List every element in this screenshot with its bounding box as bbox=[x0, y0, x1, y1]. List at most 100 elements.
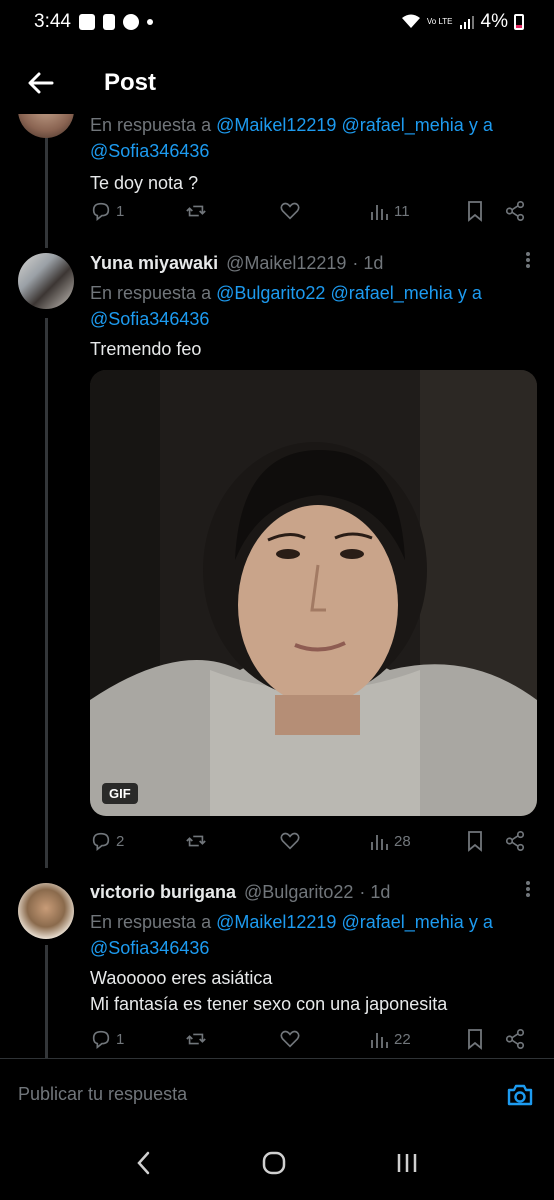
reply-prefix: En respuesta a bbox=[90, 283, 212, 303]
like-button[interactable] bbox=[279, 830, 301, 852]
views-count: 22 bbox=[394, 1030, 411, 1048]
reply-button[interactable]: 1 bbox=[90, 200, 124, 222]
wifi-icon bbox=[401, 14, 420, 28]
nav-recents-button[interactable] bbox=[394, 1150, 420, 1181]
mention-conjunction: y a bbox=[468, 115, 493, 135]
repost-button[interactable] bbox=[185, 830, 207, 852]
like-icon bbox=[280, 1030, 300, 1048]
share-icon bbox=[505, 1029, 525, 1049]
reply-prefix: En respuesta a bbox=[90, 115, 212, 135]
tweet-time: · 1d bbox=[359, 881, 391, 902]
thread-line bbox=[45, 945, 48, 1058]
mention-link[interactable]: @Maikel12219 bbox=[216, 115, 336, 135]
tweet-header: Yuna miyawaki @Maikel12219 · 1d bbox=[90, 250, 536, 276]
back-button[interactable] bbox=[0, 52, 70, 114]
bookmark-button[interactable] bbox=[465, 1028, 485, 1050]
battery-percent: 4% bbox=[480, 11, 508, 32]
views-button[interactable]: 22 bbox=[370, 1028, 411, 1050]
gif-media[interactable]: GIF bbox=[90, 370, 537, 816]
reply-bar bbox=[0, 1058, 554, 1130]
mention-link[interactable]: @Sofia346436 bbox=[90, 309, 209, 329]
reply-to: En respuesta a @Maikel12219 @rafael_mehi… bbox=[90, 112, 536, 164]
reply-count: 1 bbox=[116, 1030, 125, 1048]
more-icon bbox=[526, 252, 530, 268]
like-button[interactable] bbox=[279, 200, 301, 222]
reply-input[interactable] bbox=[18, 1084, 504, 1105]
tweet-text: Waooooo eres asiática Mi fantasía es ten… bbox=[90, 965, 536, 1017]
more-button[interactable] bbox=[520, 879, 536, 904]
user-handle[interactable]: @Maikel12219 bbox=[226, 253, 346, 274]
tweet-text-line: Waooooo eres asiática bbox=[90, 968, 273, 988]
views-button[interactable]: 28 bbox=[370, 830, 411, 852]
nav-back-icon bbox=[136, 1151, 149, 1174]
bookmark-icon bbox=[468, 1029, 482, 1050]
tweet-actions: 2 28 bbox=[90, 828, 536, 856]
repost-icon bbox=[186, 835, 206, 847]
mention-link[interactable]: @Sofia346436 bbox=[90, 938, 209, 958]
mention-link[interactable]: @Bulgarito22 bbox=[216, 283, 325, 303]
bookmark-button[interactable] bbox=[465, 200, 485, 222]
reply-to: En respuesta a @Bulgarito22 @rafael_mehi… bbox=[90, 280, 536, 332]
repost-icon bbox=[186, 1033, 206, 1045]
gallery-notification-icon bbox=[78, 14, 95, 30]
nav-recents-icon bbox=[398, 1153, 417, 1172]
repost-button[interactable] bbox=[185, 1028, 207, 1050]
thread-line bbox=[45, 318, 48, 868]
like-button[interactable] bbox=[279, 1028, 301, 1050]
like-icon bbox=[280, 832, 300, 850]
views-button[interactable]: 11 bbox=[370, 200, 410, 222]
nav-home-button[interactable] bbox=[261, 1150, 287, 1181]
volte-indicator: Vo LTE bbox=[426, 17, 453, 26]
mention-link[interactable]: @rafael_mehia bbox=[330, 283, 452, 303]
page-title: Post bbox=[104, 69, 157, 96]
reply-button[interactable]: 2 bbox=[90, 830, 124, 852]
mention-conjunction: y a bbox=[457, 283, 482, 303]
more-button[interactable] bbox=[520, 250, 536, 275]
mention-link[interactable]: @Maikel12219 bbox=[216, 912, 336, 932]
share-button[interactable] bbox=[504, 1028, 526, 1050]
tweet-text: Te doy nota ? bbox=[90, 173, 199, 193]
repost-button[interactable] bbox=[185, 200, 207, 222]
reply-button[interactable]: 1 bbox=[90, 1028, 124, 1050]
status-bar: 3:44 Vo LTE 4% bbox=[0, 0, 554, 44]
views-icon bbox=[371, 1033, 388, 1048]
bookmark-icon bbox=[468, 201, 482, 222]
share-button[interactable] bbox=[504, 830, 526, 852]
mention-link[interactable]: @rafael_mehia bbox=[341, 115, 463, 135]
header: Post bbox=[0, 52, 554, 114]
share-icon bbox=[505, 831, 525, 851]
camera-icon bbox=[507, 1084, 533, 1105]
reply-icon bbox=[92, 832, 110, 851]
more-notifications-icon bbox=[146, 19, 153, 25]
gif-image bbox=[90, 370, 537, 816]
system-nav-bar bbox=[0, 1130, 554, 1200]
tweet-text: Tremendo feo bbox=[90, 339, 202, 359]
tweet-header: victorio burigana @Bulgarito22 · 1d bbox=[90, 879, 536, 905]
nav-back-button[interactable] bbox=[134, 1150, 154, 1181]
gif-badge: GIF bbox=[102, 783, 138, 804]
bookmark-icon bbox=[468, 831, 482, 852]
chat-notification-icon bbox=[122, 14, 139, 30]
tweet-actions: 1 22 bbox=[90, 1026, 536, 1054]
battery-icon bbox=[514, 14, 524, 30]
more-icon bbox=[526, 881, 530, 897]
reply-count: 2 bbox=[116, 832, 125, 850]
views-count: 11 bbox=[394, 202, 410, 220]
avatar[interactable] bbox=[18, 883, 74, 939]
mention-link[interactable]: @Sofia346436 bbox=[90, 141, 209, 161]
share-button[interactable] bbox=[504, 200, 526, 222]
mention-link[interactable]: @rafael_mehia bbox=[341, 912, 463, 932]
display-name[interactable]: victorio burigana bbox=[90, 882, 236, 903]
mention-conjunction: y a bbox=[468, 912, 493, 932]
bookmark-button[interactable] bbox=[465, 830, 485, 852]
user-handle[interactable]: @Bulgarito22 bbox=[244, 882, 353, 903]
camera-button[interactable] bbox=[504, 1079, 536, 1111]
reply-icon bbox=[92, 202, 110, 221]
like-icon bbox=[280, 202, 300, 220]
views-icon bbox=[371, 835, 388, 850]
display-name[interactable]: Yuna miyawaki bbox=[90, 253, 218, 274]
back-arrow-icon bbox=[28, 72, 54, 94]
views-count: 28 bbox=[394, 832, 411, 850]
avatar[interactable] bbox=[18, 253, 74, 309]
signal-icon bbox=[459, 16, 474, 29]
